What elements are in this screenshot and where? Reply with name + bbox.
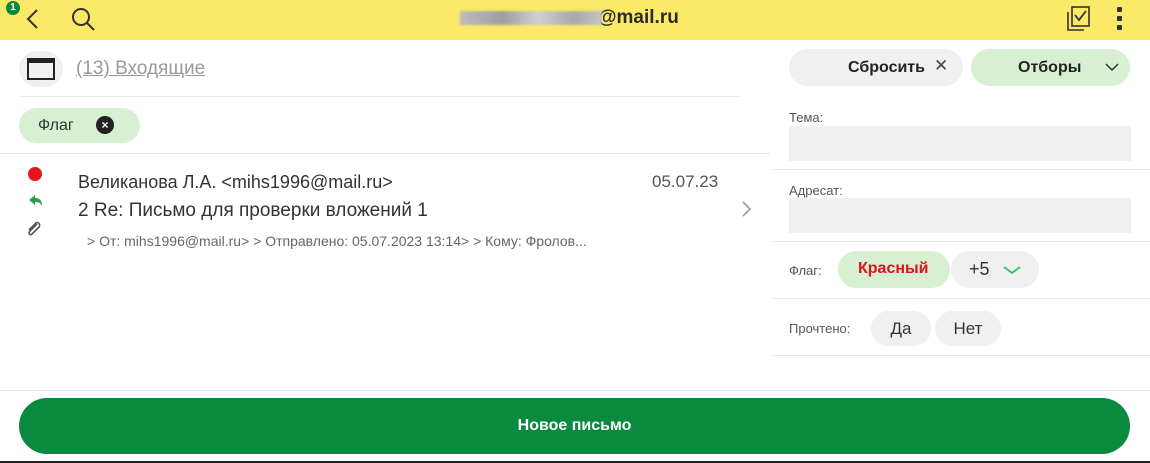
read-no-label: Нет	[953, 319, 983, 338]
search-icon[interactable]	[70, 6, 96, 32]
message-row[interactable]: Великанова Л.А. <mihs1996@mail.ru> 05.07…	[0, 154, 770, 274]
top-bar: 1 @mail.ru	[0, 0, 1150, 40]
active-filter-chip[interactable]: Флаг ×	[19, 108, 140, 143]
filters-label: Отборы	[1018, 59, 1082, 76]
message-sender: Великанова Л.А. <mihs1996@mail.ru>	[78, 172, 393, 192]
message-date: 05.07.23	[652, 172, 719, 191]
flag-option-red-label: Красный	[858, 260, 929, 277]
new-message-button[interactable]: Новое письмо	[19, 398, 1130, 454]
read-label: Прочтено:	[789, 321, 851, 336]
message-list-pane: (13) Входящие Флаг × Великанова Л.А. <mi…	[0, 40, 770, 390]
close-icon: ✕	[934, 56, 949, 75]
flag-option-red[interactable]: Красный	[838, 251, 950, 288]
flag-more-dropdown[interactable]: +5	[951, 251, 1039, 288]
reset-button[interactable]: Сбросить ✕	[789, 49, 963, 86]
divider	[771, 355, 1150, 356]
filters-button[interactable]: Отборы	[971, 49, 1130, 86]
divider	[771, 298, 1150, 299]
read-yes-label: Да	[890, 319, 912, 338]
chevron-right-icon[interactable]	[740, 199, 752, 219]
read-no-button[interactable]: Нет	[935, 311, 1001, 346]
folder-icon	[27, 58, 55, 80]
reply-icon	[28, 194, 44, 208]
chevron-down-icon	[1105, 63, 1119, 72]
filters-pane: Сбросить ✕ Отборы Тема: Адресат: Флаг: К…	[771, 40, 1150, 356]
new-message-label: Новое письмо	[517, 417, 632, 434]
remove-filter-icon[interactable]: ×	[96, 116, 114, 134]
divider	[771, 241, 1150, 242]
divider	[0, 390, 1150, 391]
subject-label: Тема:	[789, 110, 824, 125]
read-yes-button[interactable]: Да	[871, 311, 931, 346]
folder-link[interactable]: (13) Входящие	[76, 58, 205, 80]
active-filter-label: Флаг	[38, 117, 74, 134]
flag-dot-icon	[28, 167, 42, 181]
account-domain: @mail.ru	[598, 7, 679, 28]
attachment-icon	[26, 220, 42, 238]
message-subject: 2 Re: Письмо для проверки вложений 1	[78, 200, 428, 221]
more-vertical-icon[interactable]	[1113, 4, 1125, 36]
recipient-input[interactable]	[789, 198, 1131, 233]
reset-label: Сбросить	[848, 59, 925, 76]
account-title: @mail.ru	[460, 6, 679, 30]
folder-button[interactable]	[19, 51, 63, 87]
select-all-icon[interactable]	[1063, 4, 1093, 36]
subject-input[interactable]	[789, 126, 1131, 161]
divider	[771, 169, 1150, 170]
chevron-down-icon	[1003, 266, 1021, 275]
recipient-label: Адресат:	[789, 183, 843, 198]
message-preview: > От: mihs1996@mail.ru> > Отправлено: 05…	[87, 233, 587, 249]
flag-more-count: +5	[969, 259, 990, 279]
divider	[20, 96, 740, 97]
notification-badge: 1	[6, 1, 20, 15]
account-name-obscured	[460, 11, 602, 25]
chevron-left-icon[interactable]	[22, 6, 42, 32]
flag-label: Флаг:	[789, 263, 822, 278]
